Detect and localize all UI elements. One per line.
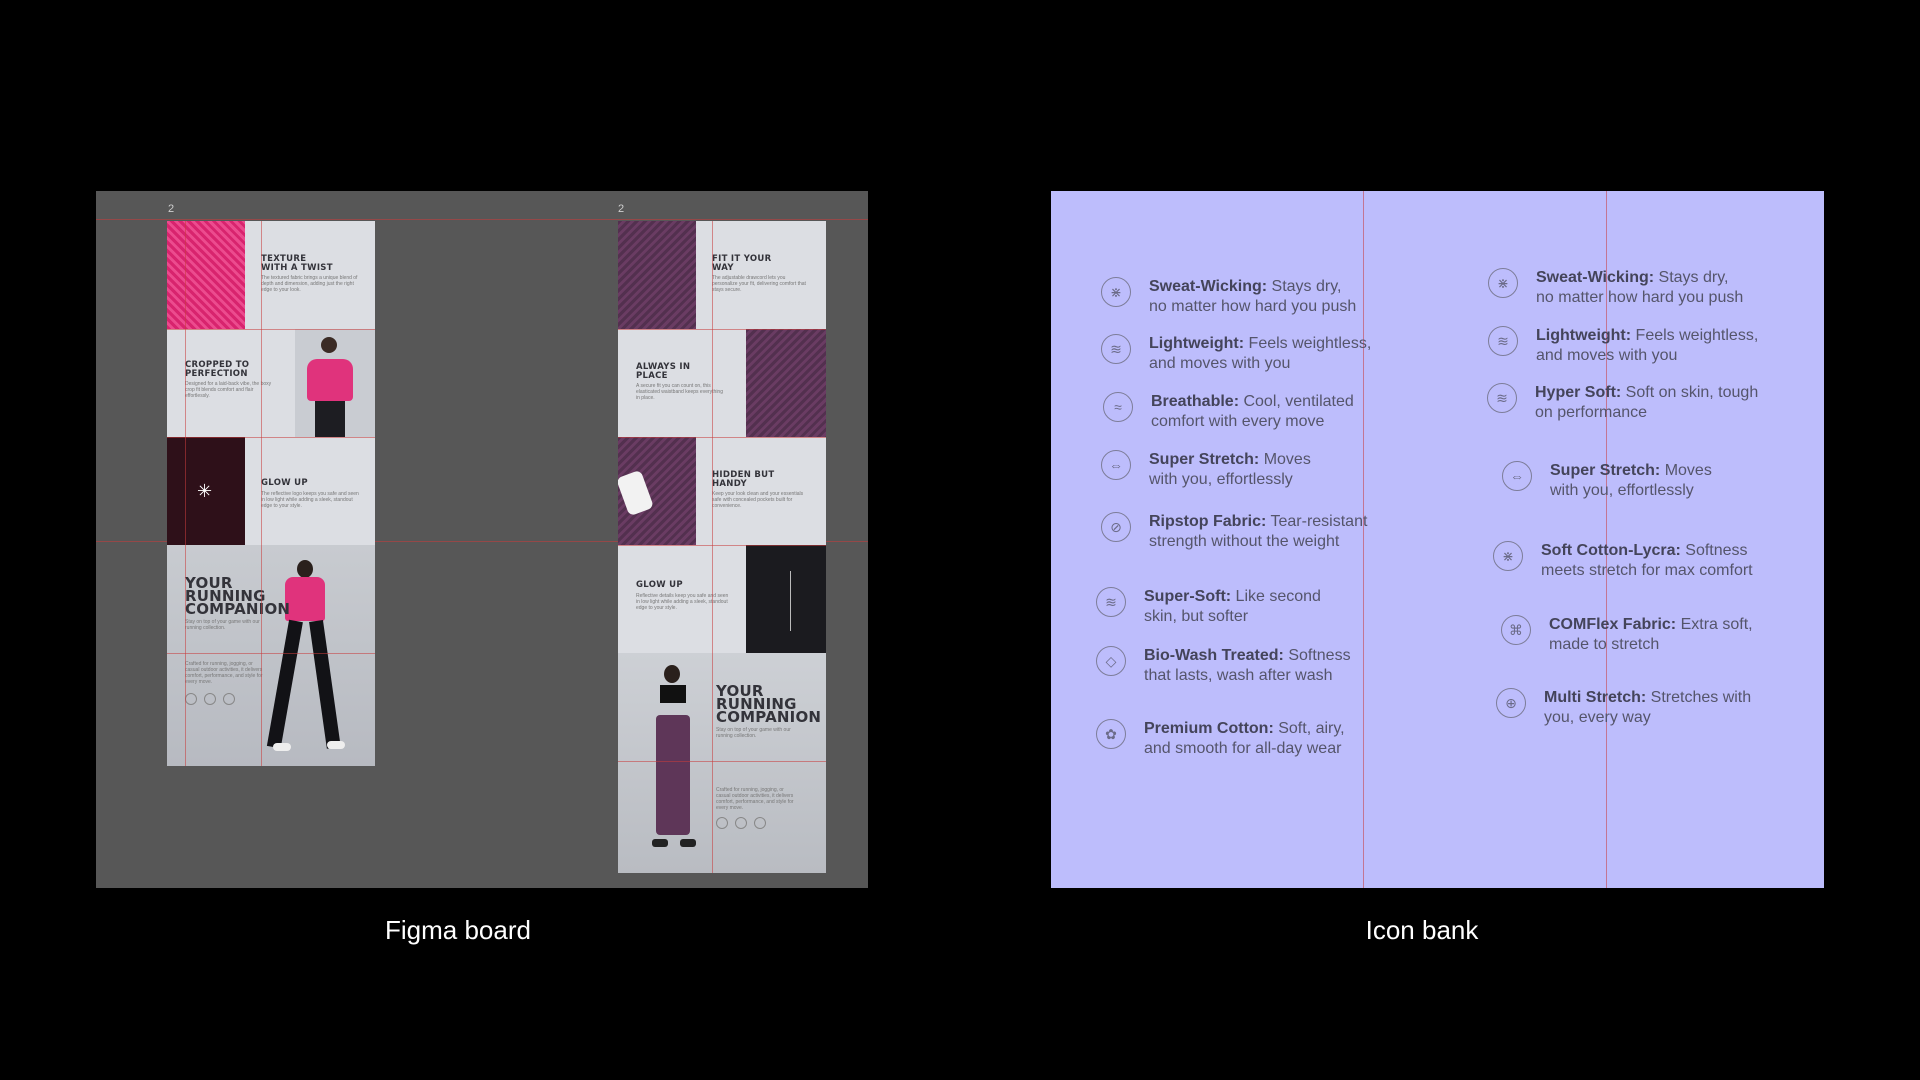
guide-line	[96, 219, 868, 220]
caption-icon-bank: Icon bank	[1365, 915, 1479, 945]
caption-figma-board: Figma board	[385, 915, 531, 945]
model-image	[295, 329, 375, 437]
icon-entry[interactable]: ⊘ Ripstop Fabric: Tear-resistant strength…	[1101, 512, 1367, 552]
fabric-texture-image	[167, 221, 245, 329]
tile-title: TEXTURE WITH A TWIST	[261, 254, 333, 273]
hero-body: Crafted for running, jogging, or casual …	[716, 787, 794, 811]
icon-entry[interactable]: ◇ Bio-Wash Treated: Softness that lasts, …	[1096, 646, 1351, 686]
tile-body: Keep your look clean and your essentials…	[712, 491, 804, 509]
tile-body: The adjustable drawcord lets you persona…	[712, 275, 806, 293]
tile-body: Reflective details keep you safe and see…	[636, 593, 729, 611]
reflective-logo-image: ✳	[167, 437, 245, 545]
icon-entry[interactable]: ⋇ Soft Cotton-Lycra: Softness meets stret…	[1493, 541, 1753, 581]
tile-title: HIDDEN BUT HANDY	[712, 470, 775, 489]
feature-icons	[716, 817, 766, 829]
icon-entry[interactable]: ≋ Lightweight: Feels weightless, and move…	[1101, 334, 1371, 374]
icon-entry[interactable]: ⇔ Super Stretch: Moves with you, effortle…	[1502, 461, 1712, 501]
icon-entry[interactable]: ≋ Super-Soft: Like second skin, but softe…	[1096, 587, 1321, 627]
icon-entry[interactable]: ≈ Breathable: Cool, ventilated comfort wi…	[1103, 392, 1354, 432]
stretch-icon: ⇔	[1502, 461, 1532, 491]
icon-entry[interactable]: ⌘ COMFlex Fabric: Extra soft, made to str…	[1501, 615, 1753, 655]
multi-stretch-icon: ⊕	[1496, 688, 1526, 718]
tile-body: Designed for a laid-back vibe, the boxy …	[185, 381, 272, 399]
feature-icons	[185, 693, 235, 705]
tile-body: The textured fabric brings a unique blen…	[261, 275, 358, 293]
drawcord-image	[618, 221, 696, 329]
product-frame-pink-tee[interactable]: TEXTURE WITH A TWIST The textured fabric…	[167, 221, 375, 766]
logo-icon: ✳	[197, 481, 213, 501]
pocket-image	[618, 437, 696, 545]
tile-body: The reflective logo keeps you safe and s…	[261, 491, 359, 509]
water-drop-icon: ◇	[1096, 646, 1126, 676]
feather-icon: ≋	[1096, 587, 1126, 617]
icon-bank-board[interactable]: ⋇ Sweat-Wicking: Stays dry, no matter how…	[1051, 191, 1824, 888]
frame-number: 2	[618, 203, 625, 215]
icon-entry[interactable]: ⊕ Multi Stretch: Stretches with you, ever…	[1496, 688, 1751, 728]
comflex-icon: ⌘	[1501, 615, 1531, 645]
hero-title: YOUR RUNNING COMPANION	[185, 574, 291, 618]
product-frame-purple-joggers[interactable]: FIT IT YOUR WAY The adjustable drawcord …	[618, 221, 826, 873]
tile-title: FIT IT YOUR WAY	[712, 254, 772, 273]
waistband-image	[746, 329, 826, 437]
hero-body: Crafted for running, jogging, or casual …	[185, 661, 263, 685]
feather-icon: ≋	[1101, 334, 1131, 364]
tile-title: ALWAYS IN PLACE	[636, 362, 691, 381]
tile-body: A secure fit you can count on, this elas…	[636, 383, 723, 401]
hero-title: YOUR RUNNING COMPANION	[716, 682, 822, 726]
reflective-detail-image	[746, 545, 826, 653]
icon-entry[interactable]: ⋇ Sweat-Wicking: Stays dry, no matter how…	[1488, 268, 1743, 308]
feather-icon: ≋	[1488, 326, 1518, 356]
frame-number: 2	[168, 203, 175, 215]
tile-title: GLOW UP	[636, 580, 683, 590]
sweat-wicking-icon: ⋇	[1493, 541, 1523, 571]
icon-entry[interactable]: ⋇ Sweat-Wicking: Stays dry, no matter how…	[1101, 277, 1356, 317]
hero-subtitle: Stay on top of your game with our runnin…	[185, 619, 260, 631]
icon-entry[interactable]: ≋ Hyper Soft: Soft on skin, tough on perf…	[1487, 383, 1758, 423]
sweat-wicking-icon: ⋇	[1488, 268, 1518, 298]
figma-board[interactable]: 2 2 TEXTURE WITH A TWIST The textured fa…	[96, 191, 868, 888]
ripstop-icon: ⊘	[1101, 512, 1131, 542]
stretch-icon: ⇔	[1101, 450, 1131, 480]
tile-title: CROPPED TO PERFECTION	[185, 360, 250, 379]
sweat-wicking-icon: ⋇	[1101, 277, 1131, 307]
hero-subtitle: Stay on top of your game with our runnin…	[716, 727, 791, 739]
icon-entry[interactable]: ≋ Lightweight: Feels weightless, and move…	[1488, 326, 1758, 366]
tile-title: GLOW UP	[261, 478, 308, 488]
icon-entry[interactable]: ⇔ Super Stretch: Moves with you, effortle…	[1101, 450, 1311, 490]
hand-soft-icon: ≋	[1487, 383, 1517, 413]
cotton-icon: ✿	[1096, 719, 1126, 749]
breathable-icon: ≈	[1103, 392, 1133, 422]
icon-entry[interactable]: ✿ Premium Cotton: Soft, airy, and smooth …	[1096, 719, 1345, 759]
